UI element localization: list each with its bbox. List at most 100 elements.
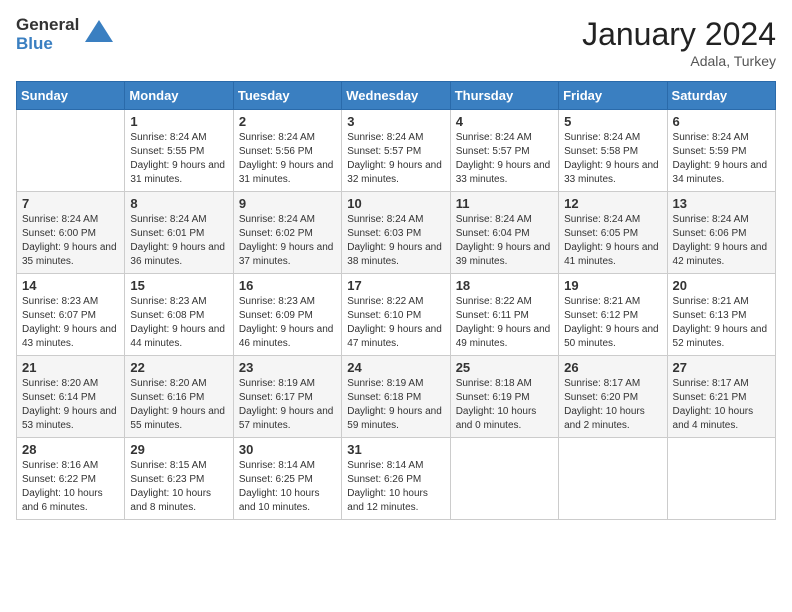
- day-number: 27: [673, 360, 770, 375]
- day-number: 29: [130, 442, 227, 457]
- day-info: Sunrise: 8:24 AMSunset: 6:04 PMDaylight:…: [456, 213, 553, 269]
- day-info: Sunrise: 8:24 AMSunset: 6:00 PMDaylight:…: [22, 213, 119, 269]
- day-info: Sunrise: 8:20 AMSunset: 6:16 PMDaylight:…: [130, 377, 227, 433]
- calendar-week-row: 7 Sunrise: 8:24 AMSunset: 6:00 PMDaylight…: [17, 192, 776, 274]
- day-info: Sunrise: 8:23 AMSunset: 6:09 PMDaylight:…: [239, 295, 336, 351]
- calendar-cell: 7 Sunrise: 8:24 AMSunset: 6:00 PMDaylight…: [17, 192, 125, 274]
- day-number: 11: [456, 196, 553, 211]
- day-number: 17: [347, 278, 444, 293]
- day-number: 31: [347, 442, 444, 457]
- logo-blue: Blue: [16, 35, 79, 54]
- calendar-cell: 16 Sunrise: 8:23 AMSunset: 6:09 PMDayligh…: [233, 274, 341, 356]
- calendar-week-row: 21 Sunrise: 8:20 AMSunset: 6:14 PMDayligh…: [17, 356, 776, 438]
- calendar-cell: 2Sunrise: 8:24 AMSunset: 5:56 PMDaylight…: [233, 110, 341, 192]
- day-number: 13: [673, 196, 770, 211]
- weekday-header-row: SundayMondayTuesdayWednesdayThursdayFrid…: [17, 82, 776, 110]
- calendar-cell: [559, 438, 667, 520]
- day-number: 25: [456, 360, 553, 375]
- day-number: 8: [130, 196, 227, 211]
- day-info: Sunrise: 8:24 AMSunset: 6:05 PMDaylight:…: [564, 213, 661, 269]
- day-number: 9: [239, 196, 336, 211]
- day-info: Sunrise: 8:18 AMSunset: 6:19 PMDaylight:…: [456, 377, 553, 433]
- day-info: Sunrise: 8:24 AMSunset: 5:55 PMDaylight:…: [130, 131, 227, 187]
- day-number: 7: [22, 196, 119, 211]
- day-number: 24: [347, 360, 444, 375]
- day-number: 22: [130, 360, 227, 375]
- weekday-header-monday: Monday: [125, 82, 233, 110]
- weekday-header-friday: Friday: [559, 82, 667, 110]
- day-info: Sunrise: 8:19 AMSunset: 6:17 PMDaylight:…: [239, 377, 336, 433]
- calendar-cell: 14Sunrise: 8:23 AMSunset: 6:07 PMDayligh…: [17, 274, 125, 356]
- day-number: 2: [239, 114, 336, 129]
- calendar-cell: 19 Sunrise: 8:21 AMSunset: 6:12 PMDayligh…: [559, 274, 667, 356]
- day-info: Sunrise: 8:21 AMSunset: 6:13 PMDaylight:…: [673, 295, 770, 351]
- calendar-cell: 10 Sunrise: 8:24 AMSunset: 6:03 PMDayligh…: [342, 192, 450, 274]
- day-info: Sunrise: 8:22 AMSunset: 6:11 PMDaylight:…: [456, 295, 553, 351]
- day-info: Sunrise: 8:24 AMSunset: 6:03 PMDaylight:…: [347, 213, 444, 269]
- day-number: 15: [130, 278, 227, 293]
- calendar-cell: 22 Sunrise: 8:20 AMSunset: 6:16 PMDayligh…: [125, 356, 233, 438]
- location-title: Adala, Turkey: [582, 53, 776, 69]
- day-number: 16: [239, 278, 336, 293]
- day-number: 5: [564, 114, 661, 129]
- day-info: Sunrise: 8:24 AMSunset: 6:06 PMDaylight:…: [673, 213, 770, 269]
- day-info: Sunrise: 8:22 AMSunset: 6:10 PMDaylight:…: [347, 295, 444, 351]
- weekday-header-tuesday: Tuesday: [233, 82, 341, 110]
- calendar-cell: 29 Sunrise: 8:15 AMSunset: 6:23 PMDayligh…: [125, 438, 233, 520]
- weekday-header-saturday: Saturday: [667, 82, 775, 110]
- day-info: Sunrise: 8:24 AMSunset: 5:57 PMDaylight:…: [347, 131, 444, 187]
- day-info: Sunrise: 8:19 AMSunset: 6:18 PMDaylight:…: [347, 377, 444, 433]
- day-number: 19: [564, 278, 661, 293]
- day-number: 20: [673, 278, 770, 293]
- calendar-cell: [450, 438, 558, 520]
- day-info: Sunrise: 8:15 AMSunset: 6:23 PMDaylight:…: [130, 459, 227, 515]
- day-number: 18: [456, 278, 553, 293]
- weekday-header-wednesday: Wednesday: [342, 82, 450, 110]
- calendar-cell: 30 Sunrise: 8:14 AMSunset: 6:25 PMDayligh…: [233, 438, 341, 520]
- day-number: 23: [239, 360, 336, 375]
- calendar-cell: 11 Sunrise: 8:24 AMSunset: 6:04 PMDayligh…: [450, 192, 558, 274]
- day-info: Sunrise: 8:21 AMSunset: 6:12 PMDaylight:…: [564, 295, 661, 351]
- calendar-cell: 12 Sunrise: 8:24 AMSunset: 6:05 PMDayligh…: [559, 192, 667, 274]
- calendar-cell: 24 Sunrise: 8:19 AMSunset: 6:18 PMDayligh…: [342, 356, 450, 438]
- logo-icon: [85, 20, 113, 42]
- calendar-cell: 25 Sunrise: 8:18 AMSunset: 6:19 PMDayligh…: [450, 356, 558, 438]
- day-info: Sunrise: 8:24 AMSunset: 6:02 PMDaylight:…: [239, 213, 336, 269]
- title-area: January 2024 Adala, Turkey: [582, 16, 776, 69]
- day-info: Sunrise: 8:14 AMSunset: 6:25 PMDaylight:…: [239, 459, 336, 515]
- calendar-cell: 3 Sunrise: 8:24 AMSunset: 5:57 PMDaylight…: [342, 110, 450, 192]
- calendar-cell: [667, 438, 775, 520]
- calendar-cell: 23 Sunrise: 8:19 AMSunset: 6:17 PMDayligh…: [233, 356, 341, 438]
- day-info: Sunrise: 8:17 AMSunset: 6:21 PMDaylight:…: [673, 377, 770, 433]
- calendar-cell: 6 Sunrise: 8:24 AMSunset: 5:59 PMDaylight…: [667, 110, 775, 192]
- logo: General Blue: [16, 16, 113, 53]
- day-number: 14: [22, 278, 119, 293]
- day-info: Sunrise: 8:24 AMSunset: 6:01 PMDaylight:…: [130, 213, 227, 269]
- day-number: 30: [239, 442, 336, 457]
- calendar-cell: 17 Sunrise: 8:22 AMSunset: 6:10 PMDayligh…: [342, 274, 450, 356]
- calendar-cell: 31Sunrise: 8:14 AMSunset: 6:26 PMDayligh…: [342, 438, 450, 520]
- day-number: 28: [22, 442, 119, 457]
- logo-general: General: [16, 16, 79, 35]
- calendar-cell: 26Sunrise: 8:17 AMSunset: 6:20 PMDayligh…: [559, 356, 667, 438]
- day-number: 10: [347, 196, 444, 211]
- calendar-cell: 13 Sunrise: 8:24 AMSunset: 6:06 PMDayligh…: [667, 192, 775, 274]
- calendar-cell: 15Sunrise: 8:23 AMSunset: 6:08 PMDayligh…: [125, 274, 233, 356]
- calendar-cell: 27 Sunrise: 8:17 AMSunset: 6:21 PMDayligh…: [667, 356, 775, 438]
- day-number: 6: [673, 114, 770, 129]
- calendar-cell: [17, 110, 125, 192]
- day-info: Sunrise: 8:24 AMSunset: 5:58 PMDaylight:…: [564, 131, 661, 187]
- day-info: Sunrise: 8:20 AMSunset: 6:14 PMDaylight:…: [22, 377, 119, 433]
- day-info: Sunrise: 8:24 AMSunset: 5:59 PMDaylight:…: [673, 131, 770, 187]
- calendar-week-row: 14Sunrise: 8:23 AMSunset: 6:07 PMDayligh…: [17, 274, 776, 356]
- day-number: 3: [347, 114, 444, 129]
- day-number: 12: [564, 196, 661, 211]
- day-number: 4: [456, 114, 553, 129]
- day-number: 26: [564, 360, 661, 375]
- calendar-cell: 9 Sunrise: 8:24 AMSunset: 6:02 PMDaylight…: [233, 192, 341, 274]
- calendar-cell: 21 Sunrise: 8:20 AMSunset: 6:14 PMDayligh…: [17, 356, 125, 438]
- day-number: 21: [22, 360, 119, 375]
- calendar-cell: 5 Sunrise: 8:24 AMSunset: 5:58 PMDaylight…: [559, 110, 667, 192]
- calendar-cell: 20 Sunrise: 8:21 AMSunset: 6:13 PMDayligh…: [667, 274, 775, 356]
- day-info: Sunrise: 8:24 AMSunset: 5:57 PMDaylight:…: [456, 131, 553, 187]
